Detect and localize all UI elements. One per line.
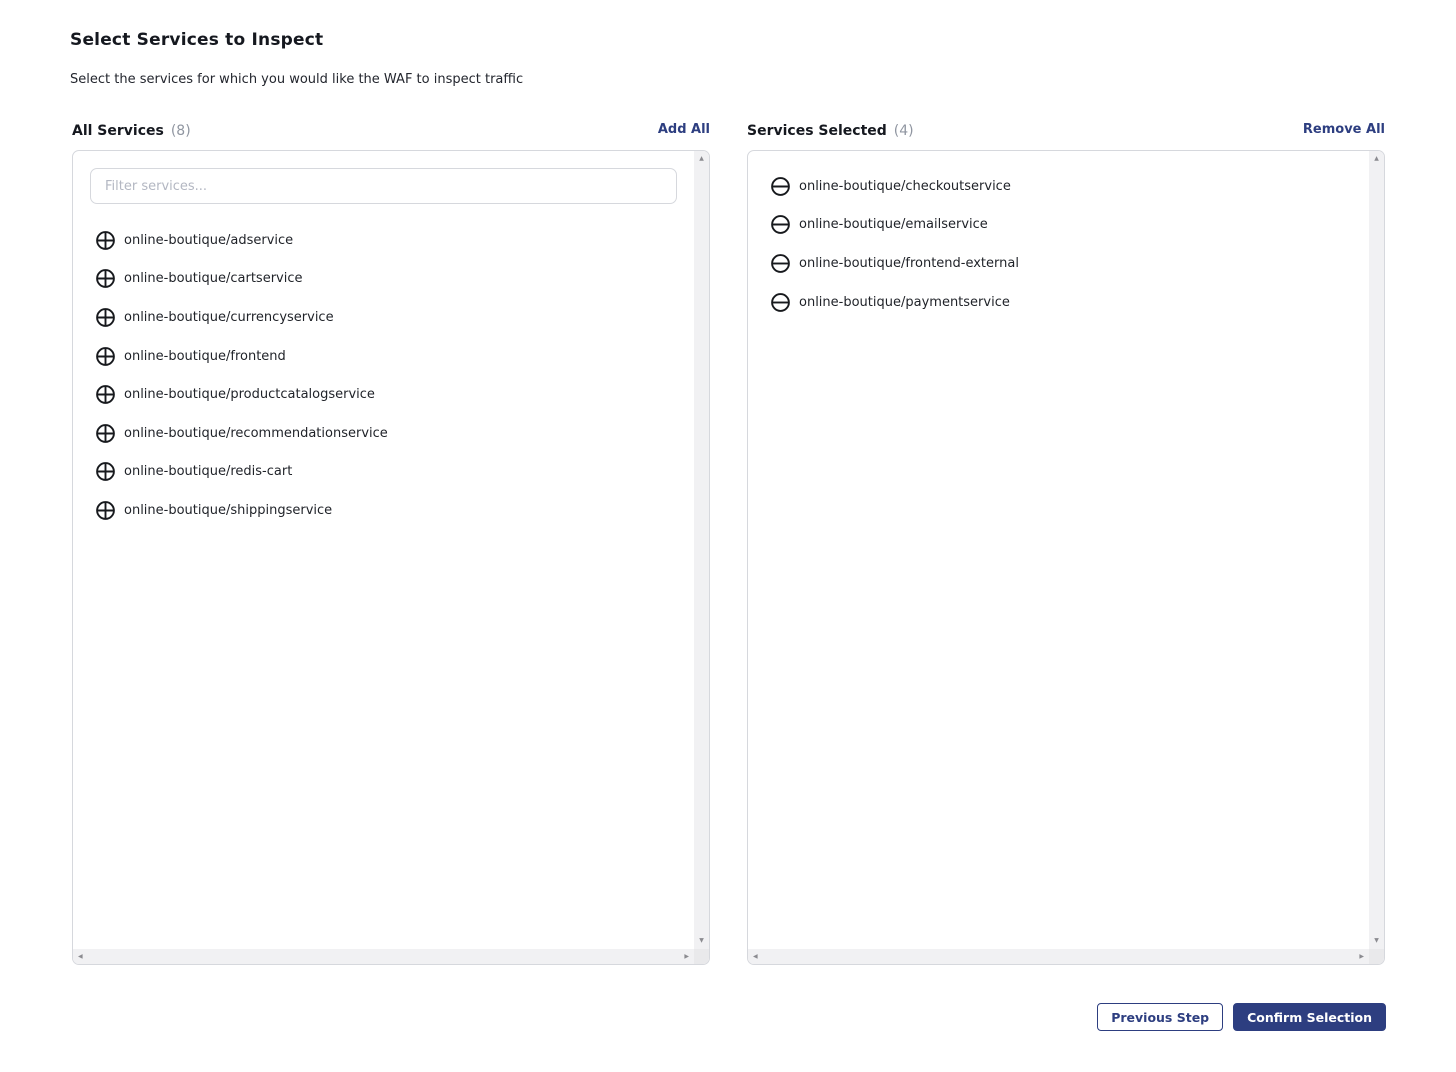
- minus-circle-icon[interactable]: [771, 177, 790, 196]
- selected-service-row[interactable]: online-boutique/emailservice: [748, 206, 1369, 245]
- scrollbar-corner: [1369, 949, 1384, 964]
- scroll-down-icon[interactable]: ▼: [1374, 938, 1379, 944]
- all-services-panel-content: online-boutique/adservice online-boutiqu…: [73, 151, 694, 949]
- service-name: online-boutique/shippingservice: [124, 503, 332, 518]
- selected-service-row[interactable]: online-boutique/checkoutservice: [748, 167, 1369, 206]
- vertical-scrollbar[interactable]: ▲ ▼: [694, 151, 709, 949]
- service-name: online-boutique/cartservice: [124, 271, 303, 286]
- service-row[interactable]: online-boutique/frontend: [73, 337, 694, 376]
- selected-services-heading: Services Selected: [747, 123, 887, 139]
- all-services-count: (8): [171, 123, 191, 139]
- plus-circle-icon[interactable]: [96, 231, 115, 250]
- scroll-left-icon[interactable]: ◀: [78, 954, 83, 960]
- all-services-header: All Services (8) Add All: [72, 112, 710, 150]
- all-services-panel: online-boutique/adservice online-boutiqu…: [72, 150, 710, 965]
- plus-circle-icon[interactable]: [96, 385, 115, 404]
- scroll-up-icon[interactable]: ▲: [1374, 156, 1379, 162]
- selected-service-row[interactable]: online-boutique/paymentservice: [748, 283, 1369, 322]
- plus-circle-icon[interactable]: [96, 347, 115, 366]
- service-name: online-boutique/recommendationservice: [124, 426, 388, 441]
- service-name: online-boutique/currencyservice: [124, 310, 334, 325]
- page-title: Select Services to Inspect: [70, 30, 323, 50]
- previous-step-button[interactable]: Previous Step: [1097, 1003, 1223, 1031]
- selected-services-list: online-boutique/checkoutservice online-b…: [748, 167, 1369, 321]
- minus-circle-icon[interactable]: [771, 215, 790, 234]
- service-name: online-boutique/redis-cart: [124, 464, 292, 479]
- scroll-down-icon[interactable]: ▼: [699, 938, 704, 944]
- service-name: online-boutique/emailservice: [799, 217, 988, 232]
- service-name: online-boutique/frontend-external: [799, 256, 1019, 271]
- service-name: online-boutique/frontend: [124, 349, 286, 364]
- filter-services-input[interactable]: [90, 168, 677, 204]
- service-row[interactable]: online-boutique/shippingservice: [73, 491, 694, 530]
- service-name: online-boutique/checkoutservice: [799, 179, 1011, 194]
- add-all-link[interactable]: Add All: [658, 122, 710, 137]
- plus-circle-icon[interactable]: [96, 269, 115, 288]
- scrollbar-corner: [694, 949, 709, 964]
- vertical-scrollbar[interactable]: ▲ ▼: [1369, 151, 1384, 949]
- selected-services-panel: online-boutique/checkoutservice online-b…: [747, 150, 1385, 965]
- service-row[interactable]: online-boutique/redis-cart: [73, 453, 694, 492]
- all-services-heading-group: All Services (8): [72, 120, 191, 139]
- service-name: online-boutique/paymentservice: [799, 295, 1010, 310]
- page-subtitle: Select the services for which you would …: [70, 72, 523, 87]
- service-row[interactable]: online-boutique/cartservice: [73, 260, 694, 299]
- scroll-right-icon[interactable]: ▶: [684, 954, 689, 960]
- selected-services-count: (4): [894, 123, 914, 139]
- remove-all-link[interactable]: Remove All: [1303, 122, 1385, 137]
- scroll-up-icon[interactable]: ▲: [699, 156, 704, 162]
- confirm-selection-button[interactable]: Confirm Selection: [1233, 1003, 1386, 1031]
- selected-services-heading-group: Services Selected (4): [747, 120, 914, 139]
- footer-actions: Previous Step Confirm Selection: [1097, 1003, 1386, 1031]
- all-services-heading: All Services: [72, 123, 164, 139]
- minus-circle-icon[interactable]: [771, 293, 790, 312]
- plus-circle-icon[interactable]: [96, 501, 115, 520]
- selected-services-header: Services Selected (4) Remove All: [747, 112, 1385, 150]
- selected-services-column: Services Selected (4) Remove All online-b…: [747, 112, 1385, 965]
- service-row[interactable]: online-boutique/productcatalogservice: [73, 375, 694, 414]
- service-row[interactable]: online-boutique/currencyservice: [73, 298, 694, 337]
- selected-services-panel-content: online-boutique/checkoutservice online-b…: [748, 151, 1369, 949]
- filter-wrap: [73, 151, 694, 204]
- minus-circle-icon[interactable]: [771, 254, 790, 273]
- selected-service-row[interactable]: online-boutique/frontend-external: [748, 244, 1369, 283]
- scroll-left-icon[interactable]: ◀: [753, 954, 758, 960]
- all-services-list: online-boutique/adservice online-boutiqu…: [73, 221, 694, 530]
- scroll-right-icon[interactable]: ▶: [1359, 954, 1364, 960]
- service-name: online-boutique/productcatalogservice: [124, 387, 375, 402]
- horizontal-scrollbar[interactable]: ◀ ▶: [748, 949, 1369, 964]
- service-name: online-boutique/adservice: [124, 233, 293, 248]
- all-services-column: All Services (8) Add All: [72, 112, 710, 965]
- plus-circle-icon[interactable]: [96, 424, 115, 443]
- service-row[interactable]: online-boutique/recommendationservice: [73, 414, 694, 453]
- plus-circle-icon[interactable]: [96, 308, 115, 327]
- plus-circle-icon[interactable]: [96, 462, 115, 481]
- horizontal-scrollbar[interactable]: ◀ ▶: [73, 949, 694, 964]
- service-row[interactable]: online-boutique/adservice: [73, 221, 694, 260]
